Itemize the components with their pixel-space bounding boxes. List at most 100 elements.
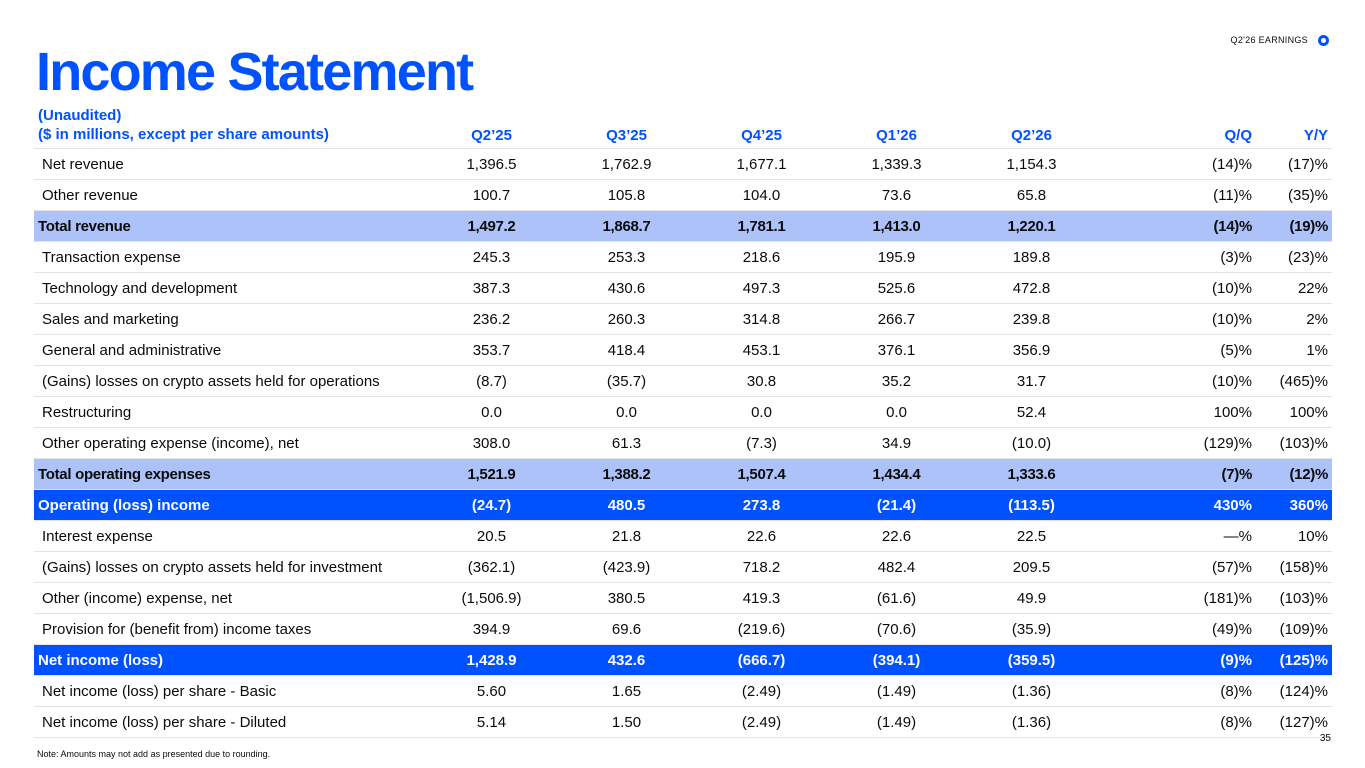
table-cell: (35.9) [964,613,1099,645]
table-cell: 218.6 [694,241,829,273]
table-cell: (24.7) [424,489,559,521]
table-cell: 1.65 [559,675,694,707]
table-cell: (19)% [1270,210,1332,242]
table-cell: 22.6 [694,520,829,552]
table-cell: 52.4 [964,396,1099,428]
table-cell: 1,434.4 [829,458,964,490]
table-cell: (129)% [1099,427,1270,459]
table-cell: (103)% [1270,427,1332,459]
table-cell: 1,677.1 [694,148,829,180]
table-cell: (23)% [1270,241,1332,273]
table-cell: 1,497.2 [424,210,559,242]
row-label: Technology and development [34,272,424,304]
table-cell: 69.6 [559,613,694,645]
table-cell: (394.1) [829,644,964,676]
table-row: Net income (loss) 1,428.9 432.6 (666.7) (394… [34,644,1332,676]
table-cell: 245.3 [424,241,559,273]
table-cell: 1,388.2 [559,458,694,490]
units-label: ($ in millions, except per share amounts… [38,126,329,143]
table-cell: (35.7) [559,365,694,397]
table-cell: (181)% [1099,582,1270,614]
table-header-row: (Unaudited) ($ in millions, except per s… [34,106,1332,149]
table-cell: (57)% [1099,551,1270,583]
table-cell: 419.3 [694,582,829,614]
table-cell: 0.0 [694,396,829,428]
table-cell: (362.1) [424,551,559,583]
table-cell: 418.4 [559,334,694,366]
table-cell: 1,781.1 [694,210,829,242]
row-label: Operating (loss) income [34,489,424,521]
column-header: Q/Q [1099,106,1270,149]
table-cell: (666.7) [694,644,829,676]
table-cell: 394.9 [424,613,559,645]
table-cell: 22% [1270,272,1332,304]
table-cell: 1,413.0 [829,210,964,242]
table-cell: 1,220.1 [964,210,1099,242]
table-row: Technology and development 387.3 430.6 497.… [34,272,1332,304]
table-cell: 353.7 [424,334,559,366]
table-cell: (14)% [1099,210,1270,242]
table-cell: (5)% [1099,334,1270,366]
table-cell: 49.9 [964,582,1099,614]
table-cell: (1.49) [829,706,964,738]
table-cell: 253.3 [559,241,694,273]
table-cell: 5.60 [424,675,559,707]
table-cell: (10.0) [964,427,1099,459]
column-header: Q4’25 [694,106,829,149]
table-cell: (219.6) [694,613,829,645]
table-body: Net revenue 1,396.5 1,762.9 1,677.1 1,339.3 1… [34,148,1332,738]
table-cell: (158)% [1270,551,1332,583]
table-cell: 1,339.3 [829,148,964,180]
table-cell: 189.8 [964,241,1099,273]
table-row: Other (income) expense, net (1,506.9) 380.… [34,582,1332,614]
table-cell: 22.6 [829,520,964,552]
table-cell: 1,507.4 [694,458,829,490]
table-row: (Gains) losses on crypto assets held for… [34,551,1332,583]
table-row: Net revenue 1,396.5 1,762.9 1,677.1 1,339.3 1… [34,148,1332,180]
table-cell: 21.8 [559,520,694,552]
table-cell: (70.6) [829,613,964,645]
table-cell: 482.4 [829,551,964,583]
table-cell: 5.14 [424,706,559,738]
table-cell: (3)% [1099,241,1270,273]
table-cell: 314.8 [694,303,829,335]
table-cell: —% [1099,520,1270,552]
table-cell: (10)% [1099,365,1270,397]
row-label: Net income (loss) per share - Diluted [34,706,424,738]
table-cell: (10)% [1099,303,1270,335]
table-cell: 360% [1270,489,1332,521]
row-label: (Gains) losses on crypto assets held for… [34,365,424,397]
table-cell: (1.49) [829,675,964,707]
table-cell: 209.5 [964,551,1099,583]
table-cell: 0.0 [829,396,964,428]
row-label: Other operating expense (income), net [34,427,424,459]
header-label-cell: (Unaudited) ($ in millions, except per s… [34,106,424,149]
table-cell: 480.5 [559,489,694,521]
table-cell: 2% [1270,303,1332,335]
row-label: Net income (loss) [34,644,424,676]
column-header: Q2’26 [964,106,1099,149]
table-cell: 100.7 [424,179,559,211]
table-row: Total operating expenses 1,521.9 1,388.2 1,… [34,458,1332,490]
table-cell: 10% [1270,520,1332,552]
row-label: Total operating expenses [34,458,424,490]
table-row: Provision for (benefit from) income taxe… [34,613,1332,645]
table-cell: 380.5 [559,582,694,614]
row-label: Provision for (benefit from) income taxe… [34,613,424,645]
table-cell: (1,506.9) [424,582,559,614]
column-header: Q3’25 [559,106,694,149]
table-cell: (14)% [1099,148,1270,180]
table-cell: (17)% [1270,148,1332,180]
table-row: Total revenue 1,497.2 1,868.7 1,781.1 1,413.… [34,210,1332,242]
table-row: Net income (loss) per share - Diluted 5.1… [34,706,1332,738]
table-cell: 525.6 [829,272,964,304]
page-number: 35 [1319,733,1331,744]
table-cell: 432.6 [559,644,694,676]
table-cell: 195.9 [829,241,964,273]
table-cell: 260.3 [559,303,694,335]
table-cell: 387.3 [424,272,559,304]
table-cell: 472.8 [964,272,1099,304]
row-label: Other revenue [34,179,424,211]
table-cell: (465)% [1270,365,1332,397]
table-cell: (8)% [1099,675,1270,707]
